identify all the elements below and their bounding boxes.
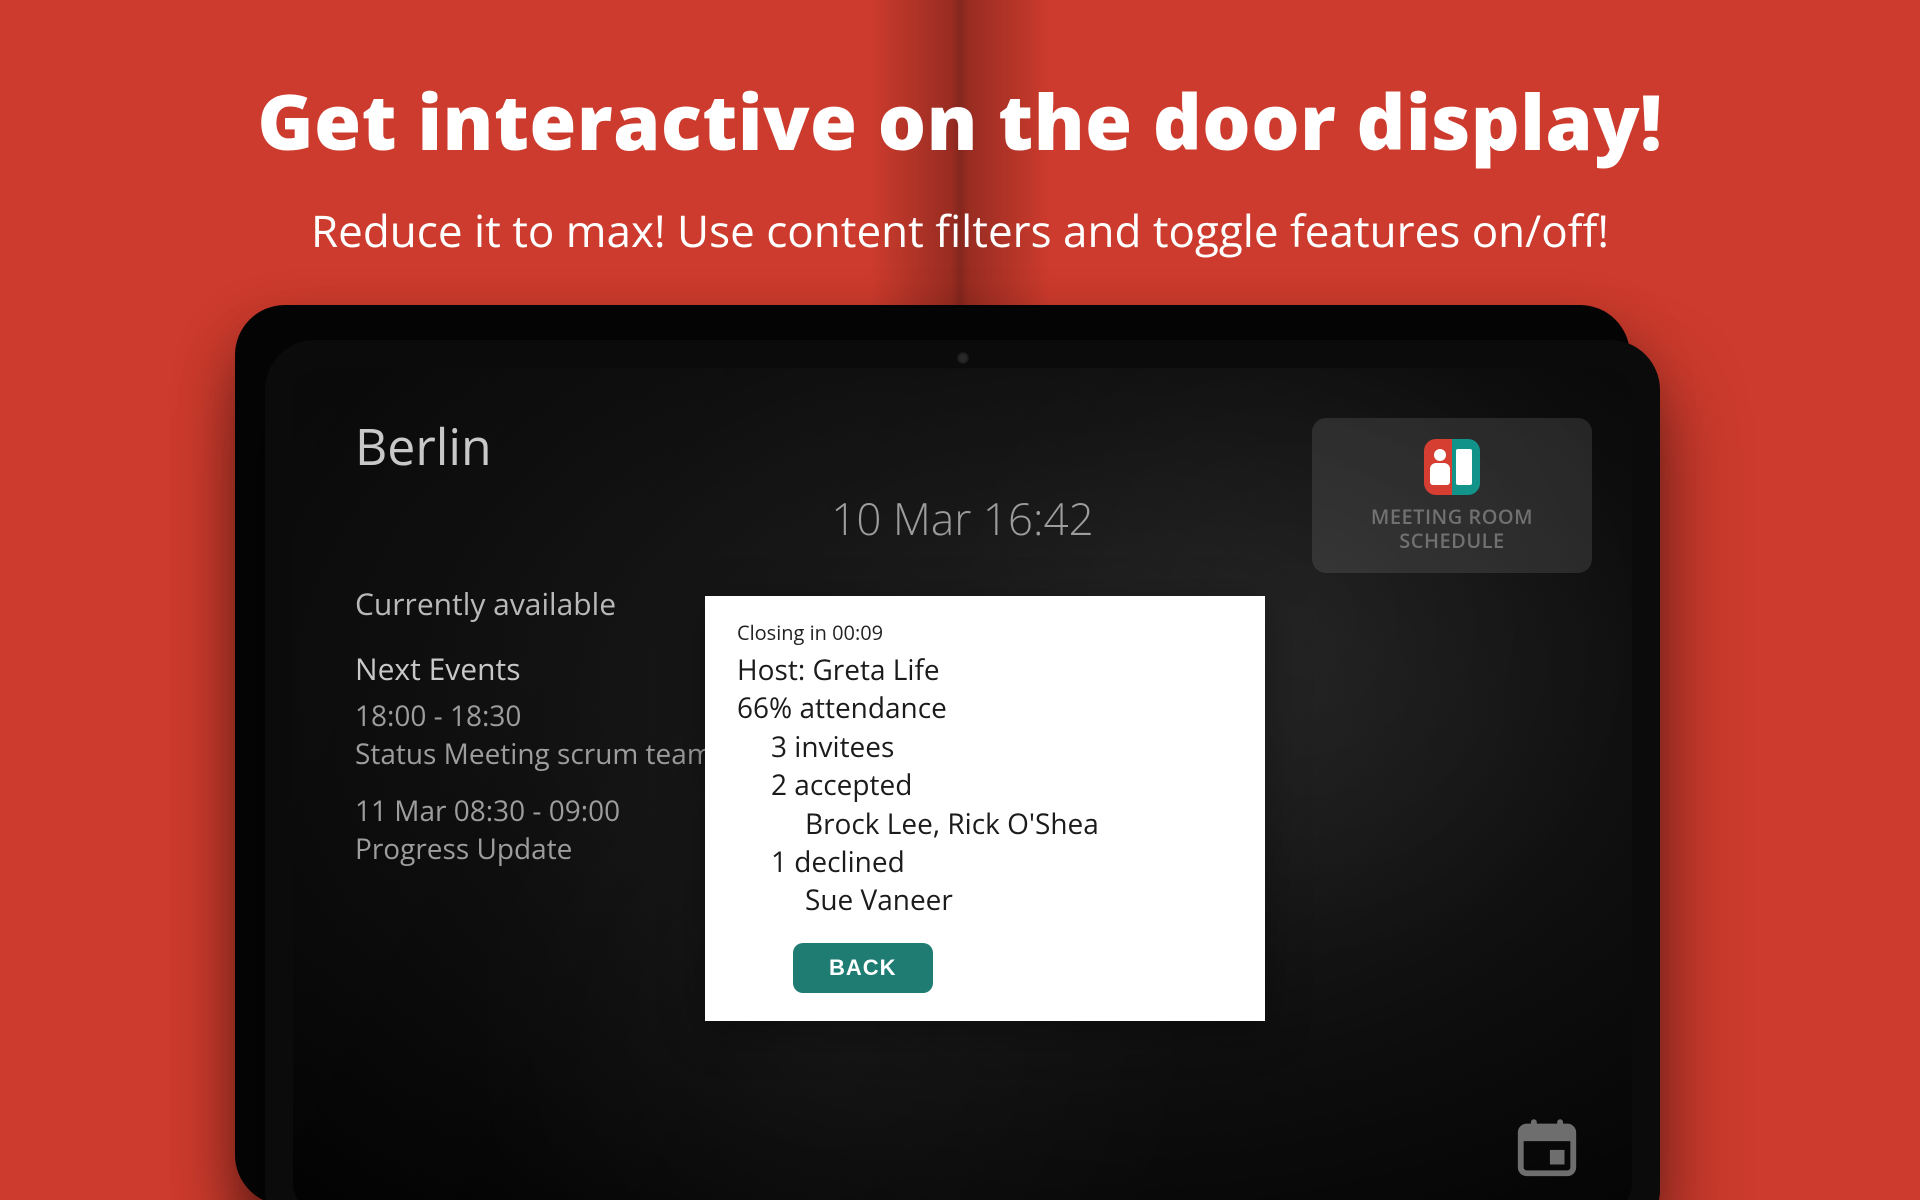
event-time: 11 Mar 08:30 - 09:00 [355,793,620,831]
event-time: 18:00 - 18:30 [355,698,713,736]
event-title: Progress Update [355,831,620,869]
popup-countdown: Closing in 00:09 [737,620,1233,646]
next-events-heading: Next Events [355,648,521,689]
calendar-icon[interactable] [1512,1112,1582,1182]
tablet-camera [957,352,969,364]
event-item[interactable]: 11 Mar 08:30 - 09:00 Progress Update [355,793,620,869]
popup-host: Host: Greta Life [737,652,1233,688]
popup-declined-names: Sue Vaneer [737,882,1233,918]
meeting-details-popup: Closing in 00:09 Host: Greta Life 66% at… [705,596,1265,1021]
event-item[interactable]: 18:00 - 18:30 Status Meeting scrum team [355,698,713,774]
back-button[interactable]: BACK [793,943,933,993]
popup-declined: 1 declined [737,844,1233,880]
popup-accepted: 2 accepted [737,767,1233,803]
schedule-chip-label: MEETING ROOM SCHEDULE [1371,505,1533,553]
popup-attendance: 66% attendance [737,690,1233,726]
popup-invitees: 3 invitees [737,729,1233,765]
schedule-app-icon [1424,439,1480,495]
promo-headline: Get interactive on the door display! [0,70,1920,173]
promo-subhead: Reduce it to max! Use content filters an… [0,200,1920,260]
event-title: Status Meeting scrum team [355,736,713,774]
popup-accepted-names: Brock Lee, Rick O'Shea [737,806,1233,842]
availability-status: Currently available [355,583,616,624]
room-name: Berlin [355,412,492,480]
schedule-chip[interactable]: MEETING ROOM SCHEDULE [1312,418,1592,573]
